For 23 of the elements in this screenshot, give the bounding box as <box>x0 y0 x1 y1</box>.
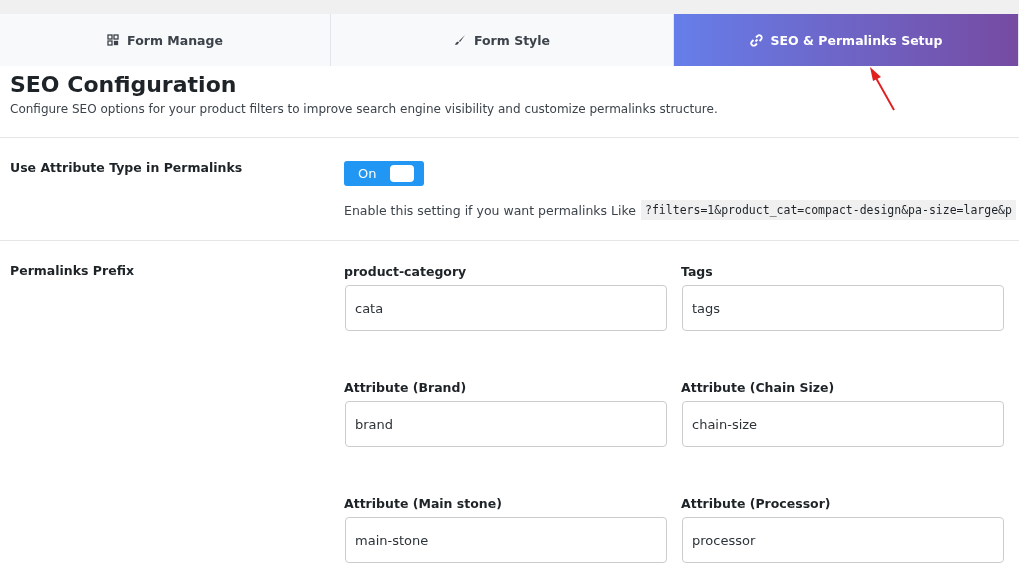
tab[interactable]: Form Manage <box>0 14 331 66</box>
help-text: Enable this setting if you want permalinks Like <box>344 202 636 218</box>
page-title: SEO Configuration <box>10 72 237 97</box>
qr-code-icon <box>107 34 120 46</box>
setting-label: Use Attribute Type in Permalinks <box>10 160 244 177</box>
link-icon <box>749 33 763 47</box>
field-label: Attribute (Brand) <box>344 380 468 395</box>
field-label: Attribute (Main stone) <box>344 496 503 511</box>
setting-label: Permalinks Prefix <box>10 263 135 280</box>
input-field[interactable]: chain-size <box>682 401 1004 447</box>
input-field[interactable]: brand <box>345 401 667 447</box>
input-field[interactable]: main-stone <box>345 517 667 563</box>
example-code: ?filters=1&product_cat=compact-design&pa-size=large&p <box>641 200 1016 220</box>
field-label: Tags <box>681 264 714 279</box>
field-label: product-category <box>344 264 468 279</box>
input-field[interactable]: processor <box>682 517 1004 563</box>
input-field[interactable]: tags <box>682 285 1004 331</box>
tab[interactable]: Form Style <box>331 14 674 66</box>
field-label: Attribute (Chain Size) <box>681 380 836 395</box>
page-description: Configure SEO options for your product filters to improve search engine visibility and customize permalinks structure. <box>10 102 719 116</box>
field-label: Attribute (Processor) <box>681 496 832 511</box>
input-field[interactable]: cata <box>345 285 667 331</box>
tab[interactable]: SEO & Permalinks Setup <box>674 14 1019 66</box>
